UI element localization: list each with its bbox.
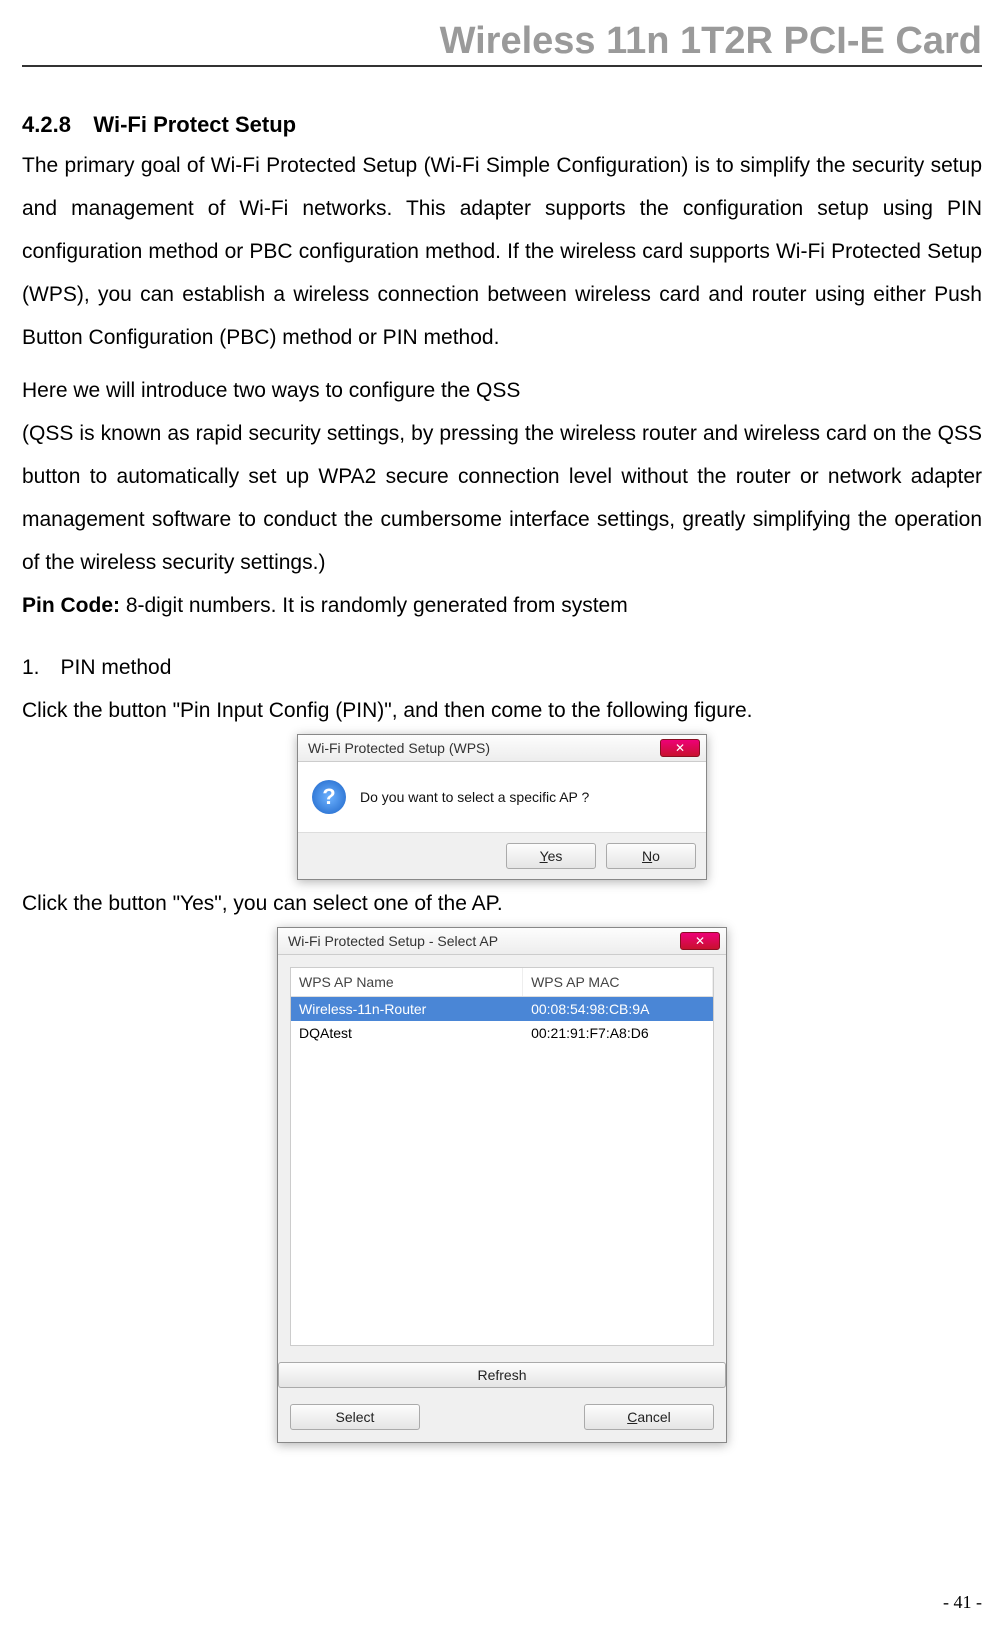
yes-button[interactable]: Yes	[506, 843, 596, 869]
paragraph-intro: The primary goal of Wi-Fi Protected Setu…	[22, 144, 982, 359]
ap-name-cell: DQAtest	[291, 1021, 523, 1045]
page-number: - 41 -	[943, 1592, 982, 1613]
section-header: 4.2.8 Wi-Fi Protect Setup	[22, 112, 982, 138]
figure-caption-1: Click the button "Pin Input Config (PIN)…	[22, 689, 982, 732]
close-icon[interactable]: ✕	[660, 739, 700, 757]
page-title: Wireless 11n 1T2R PCI-E Card	[440, 20, 982, 62]
section-heading: Wi-Fi Protect Setup	[93, 112, 296, 137]
col-header-mac[interactable]: WPS AP MAC	[523, 968, 713, 996]
paragraph-qss-detail: (QSS is known as rapid security settings…	[22, 412, 982, 584]
paragraph-qss-intro: Here we will introduce two ways to confi…	[22, 369, 982, 412]
pincode-text: 8-digit numbers. It is randomly generate…	[120, 594, 628, 617]
dialog2-titlebar: Wi-Fi Protected Setup - Select AP ✕	[278, 928, 726, 955]
select-button[interactable]: Select	[290, 1404, 420, 1430]
list-empty-area	[291, 1045, 713, 1345]
ap-list-header: WPS AP Name WPS AP MAC	[291, 968, 713, 997]
list-item-pin-method: 1. PIN method	[22, 646, 982, 689]
table-row[interactable]: Wireless-11n-Router 00:08:54:98:CB:9A	[291, 997, 713, 1021]
ap-mac-cell: 00:08:54:98:CB:9A	[523, 997, 713, 1021]
dialog-titlebar: Wi-Fi Protected Setup (WPS) ✕	[298, 735, 706, 762]
dialog-title: Wi-Fi Protected Setup (WPS)	[308, 740, 490, 756]
wps-confirm-dialog: Wi-Fi Protected Setup (WPS) ✕ ? Do you w…	[297, 734, 707, 880]
section-number: 4.2.8	[22, 112, 71, 138]
dialog-body: ? Do you want to select a specific AP ?	[298, 762, 706, 832]
question-icon: ?	[312, 780, 346, 814]
wps-select-ap-dialog: Wi-Fi Protected Setup - Select AP ✕ WPS …	[277, 927, 727, 1443]
ap-list-panel: WPS AP Name WPS AP MAC Wireless-11n-Rout…	[290, 967, 714, 1346]
ap-mac-cell: 00:21:91:F7:A8:D6	[523, 1021, 713, 1045]
dialog-button-row: Yes No	[298, 832, 706, 879]
col-header-name[interactable]: WPS AP Name	[291, 968, 523, 996]
dialog-message: Do you want to select a specific AP ?	[360, 789, 589, 805]
dialog2-title: Wi-Fi Protected Setup - Select AP	[288, 933, 498, 949]
table-row[interactable]: DQAtest 00:21:91:F7:A8:D6	[291, 1021, 713, 1045]
close-icon[interactable]: ✕	[680, 932, 720, 950]
figure-caption-2: Click the button "Yes", you can select o…	[22, 882, 982, 925]
page-title-bar: Wireless 11n 1T2R PCI-E Card	[22, 20, 982, 67]
refresh-row: Refresh	[278, 1358, 726, 1398]
no-button[interactable]: No	[606, 843, 696, 869]
pincode-label: Pin Code:	[22, 594, 120, 617]
dialog2-bottom-row: Select Cancel	[278, 1398, 726, 1442]
cancel-button[interactable]: Cancel	[584, 1404, 714, 1430]
refresh-button[interactable]: Refresh	[278, 1362, 726, 1388]
ap-name-cell: Wireless-11n-Router	[291, 997, 523, 1021]
